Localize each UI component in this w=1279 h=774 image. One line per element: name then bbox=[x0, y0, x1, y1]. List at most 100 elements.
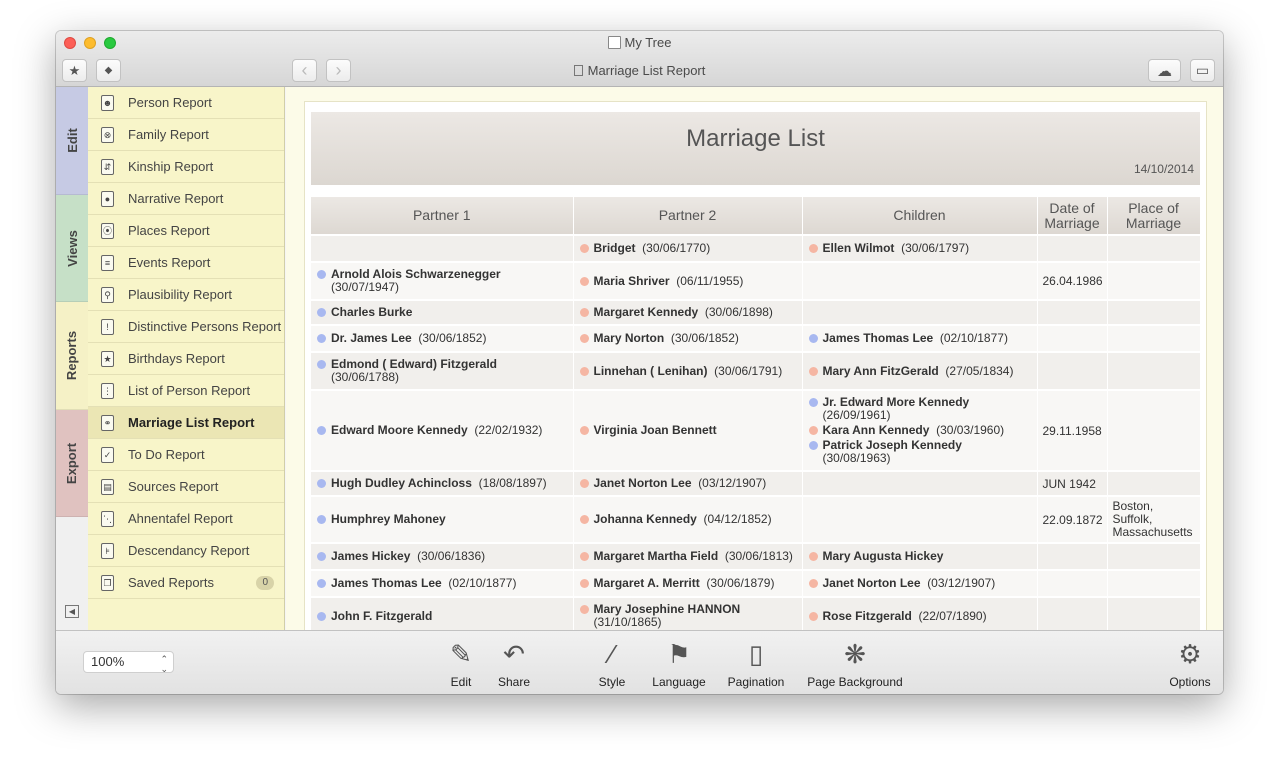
person-entry[interactable]: Bridget (30/06/1770) bbox=[579, 242, 797, 255]
table-row[interactable]: James Hickey (30/06/1836) Margaret Martha… bbox=[311, 542, 1201, 570]
sidebar-item-family-report[interactable]: ⊗ Family Report bbox=[88, 119, 284, 151]
cell-place-of-marriage bbox=[1107, 324, 1201, 352]
person-entry[interactable]: James Thomas Lee (02/10/1877) bbox=[316, 577, 568, 590]
table-row[interactable]: John F. Fitzgerald Mary Josephine HANNON(… bbox=[311, 596, 1201, 630]
person-entry[interactable]: Arnold Alois Schwarzenegger (30/07/1947) bbox=[316, 268, 568, 294]
person-name: Janet Norton Lee bbox=[822, 576, 921, 590]
cell-date-of-marriage bbox=[1037, 542, 1108, 570]
person-entry[interactable]: Jr. Edward More Kennedy (26/09/1961) bbox=[808, 396, 1032, 422]
person-name: Humphrey Mahoney bbox=[331, 512, 446, 526]
narrative-report-icon: ● bbox=[101, 191, 114, 207]
person-entry[interactable]: Janet Norton Lee (03/12/1907) bbox=[808, 577, 1032, 590]
person-entry[interactable]: Johanna Kennedy (04/12/1852) bbox=[579, 513, 797, 526]
person-entry[interactable]: Virginia Joan Bennett bbox=[579, 424, 797, 437]
person-entry[interactable]: Linnehan ( Lenihan) (30/06/1791) bbox=[579, 364, 797, 378]
person-entry[interactable]: Charles Burke bbox=[316, 306, 568, 319]
sidebar-item-sources-report[interactable]: ▤ Sources Report bbox=[88, 471, 284, 503]
sidebar-item-label: Family Report bbox=[128, 127, 209, 142]
sidebar-item-to-do-report[interactable]: ✓ To Do Report bbox=[88, 439, 284, 471]
person-entry[interactable]: Janet Norton Lee (03/12/1907) bbox=[579, 477, 797, 490]
person-entry[interactable]: Mary Augusta Hickey bbox=[808, 550, 1032, 563]
table-row[interactable]: Humphrey Mahoney Johanna Kennedy (04/12/1… bbox=[311, 495, 1201, 543]
sidebar-item-ahnentafel-report[interactable]: ⋱ Ahnentafel Report bbox=[88, 503, 284, 535]
person-entry[interactable]: Patrick Joseph Kennedy (30/08/1963) bbox=[808, 439, 1032, 465]
cloud-sync-button[interactable]: ☁ bbox=[1148, 59, 1181, 82]
sidebar-item-kinship-report[interactable]: ⇵ Kinship Report bbox=[88, 151, 284, 183]
person-entry[interactable]: Mary Norton (30/06/1852) bbox=[579, 332, 797, 345]
person-entry[interactable]: Hugh Dudley Achincloss (18/08/1897) bbox=[316, 477, 568, 490]
sidebar-item-label: Sources Report bbox=[128, 479, 219, 494]
cell-children: Janet Norton Lee (03/12/1907) bbox=[802, 569, 1038, 597]
report-list-sidebar: ☻ Person Report ⊗ Family Report ⇵ Kinship Rep… bbox=[88, 87, 285, 630]
table-row[interactable]: Edward Moore Kennedy (22/02/1932) Virgini… bbox=[311, 389, 1201, 471]
person-entry[interactable]: Margaret A. Merritt (30/06/1879) bbox=[579, 577, 797, 590]
table-row[interactable]: Edmond ( Edward) Fitzgerald (30/06/1788) L… bbox=[311, 351, 1201, 390]
cell-p2: Maria Shriver (06/11/1955) bbox=[573, 261, 803, 300]
person-entry[interactable]: Dr. James Lee (30/06/1852) bbox=[316, 332, 568, 345]
person-entry[interactable]: Edward Moore Kennedy (22/02/1932) bbox=[316, 424, 568, 437]
person-name: James Thomas Lee bbox=[822, 331, 934, 345]
person-name: Mary Augusta Hickey bbox=[822, 549, 944, 563]
sidebar-item-birthdays-report[interactable]: ★ Birthdays Report bbox=[88, 343, 284, 375]
female-dot-icon bbox=[579, 579, 589, 588]
female-dot-icon bbox=[579, 515, 589, 524]
person-name: Mary Ann FitzGerald bbox=[822, 363, 939, 378]
cell-p2: Bridget (30/06/1770) bbox=[573, 234, 803, 262]
sidebar-item-person-report[interactable]: ☻ Person Report bbox=[88, 87, 284, 119]
column-header-partner-2: Partner 2 bbox=[573, 197, 803, 235]
tab-export[interactable]: Export bbox=[56, 410, 88, 517]
person-entry[interactable]: Rose Fitzgerald (22/07/1890) bbox=[808, 608, 1032, 623]
share-button[interactable]: ↶ Share bbox=[494, 637, 534, 690]
style-button[interactable]: ⁄ Style bbox=[597, 637, 627, 690]
person-entry[interactable]: James Hickey (30/06/1836) bbox=[316, 550, 568, 563]
person-entry[interactable]: James Thomas Lee (02/10/1877) bbox=[808, 332, 1032, 345]
table-row[interactable]: Charles Burke Margaret Kennedy (30/06/189… bbox=[311, 299, 1201, 325]
edit-button[interactable]: ✎ Edit bbox=[441, 637, 481, 690]
report-view: Marriage List 14/10/2014 Partner 1 Partn… bbox=[286, 87, 1223, 630]
person-entry[interactable]: John F. Fitzgerald bbox=[316, 609, 568, 623]
column-header-children: Children bbox=[802, 197, 1038, 235]
table-row[interactable]: Hugh Dudley Achincloss (18/08/1897) Janet… bbox=[311, 470, 1201, 496]
sidebar-item-marriage-list-report[interactable]: ⚭ Marriage List Report bbox=[88, 407, 284, 439]
person-entry[interactable]: Ellen Wilmot (30/06/1797) bbox=[808, 242, 1032, 255]
pagination-button[interactable]: ▯ Pagination bbox=[727, 637, 785, 690]
options-button[interactable]: ⚙ Options bbox=[1169, 637, 1211, 690]
sidebar-item-saved-reports[interactable]: ❐ Saved Reports 0 bbox=[88, 567, 284, 599]
sidebar-item-places-report[interactable]: ⦿ Places Report bbox=[88, 215, 284, 247]
collapse-sidebar-button[interactable]: ◀ bbox=[65, 605, 79, 618]
person-entry[interactable]: Mary Josephine HANNON (31/10/1865) bbox=[579, 603, 797, 629]
table-row[interactable]: Arnold Alois Schwarzenegger (30/07/1947) M… bbox=[311, 261, 1201, 300]
cell-place-of-marriage bbox=[1107, 234, 1201, 262]
person-dates: (22/07/1890) bbox=[918, 608, 987, 623]
tab-edit[interactable]: Edit bbox=[56, 87, 88, 195]
person-dates: (26/09/1961) bbox=[822, 408, 891, 422]
female-dot-icon bbox=[579, 276, 589, 286]
tab-views[interactable]: Views bbox=[56, 195, 88, 302]
toggle-window-layout-button[interactable]: ▭ bbox=[1190, 59, 1215, 82]
sidebar-item-plausibility-report[interactable]: ⚲ Plausibility Report bbox=[88, 279, 284, 311]
person-entry[interactable]: Kara Ann Kennedy (30/03/1960) bbox=[808, 424, 1032, 437]
page-background-button[interactable]: ❋ Page Background bbox=[807, 637, 903, 690]
tab-reports[interactable]: Reports bbox=[56, 302, 88, 410]
toolbar-item-label: Share bbox=[497, 675, 531, 689]
table-row[interactable]: Dr. James Lee (30/06/1852) Mary Norton (3… bbox=[311, 324, 1201, 352]
person-entry[interactable]: Humphrey Mahoney bbox=[316, 513, 568, 526]
cell-date-of-marriage: 29.11.1958 bbox=[1037, 389, 1108, 471]
person-entry[interactable]: Margaret Martha Field (30/06/1813) bbox=[579, 550, 797, 563]
sidebar-item-distinctive-persons-report[interactable]: ! Distinctive Persons Report bbox=[88, 311, 284, 343]
zoom-select[interactable]: 100% ⌃ ⌄ bbox=[83, 651, 174, 674]
table-row[interactable]: Bridget (30/06/1770) Ellen Wilmot (30/06/… bbox=[311, 234, 1201, 262]
plausibility-report-icon: ⚲ bbox=[101, 287, 114, 303]
person-entry[interactable]: Mary Ann FitzGerald (27/05/1834) bbox=[808, 363, 1032, 378]
table-row[interactable]: James Thomas Lee (02/10/1877) Margaret A.… bbox=[311, 569, 1201, 597]
language-button[interactable]: ⚑ Language bbox=[652, 637, 706, 690]
person-dates: (02/10/1877) bbox=[939, 331, 1008, 345]
person-entry[interactable]: Maria Shriver (06/11/1955) bbox=[579, 274, 797, 288]
person-dates: (30/08/1963) bbox=[822, 451, 891, 465]
sidebar-item-descendancy-report[interactable]: ⊧ Descendancy Report bbox=[88, 535, 284, 567]
sidebar-item-events-report[interactable]: ≡ Events Report bbox=[88, 247, 284, 279]
sidebar-item-list-of-person-report[interactable]: ⋮ List of Person Report bbox=[88, 375, 284, 407]
person-entry[interactable]: Edmond ( Edward) Fitzgerald (30/06/1788) bbox=[316, 358, 568, 384]
person-entry[interactable]: Margaret Kennedy (30/06/1898) bbox=[579, 306, 797, 319]
sidebar-item-narrative-report[interactable]: ● Narrative Report bbox=[88, 183, 284, 215]
